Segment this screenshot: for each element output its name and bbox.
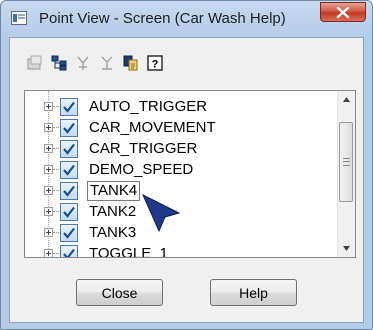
checkmark-icon [63,101,75,113]
scroll-up-arrow-icon [343,97,350,102]
tree-view-icon [51,55,67,71]
checkmark-icon [63,227,75,239]
expand-toggle-icon[interactable] [44,228,53,237]
point-checkbox[interactable] [60,98,78,116]
checkmark-icon [63,143,75,155]
expand-toggle-icon[interactable] [44,102,53,111]
point-view-window: Point View - Screen (Car Wash Help) ? AU… [0,0,373,330]
point-checkbox[interactable] [60,224,78,242]
close-button[interactable]: Close [76,279,163,306]
tree-item[interactable]: CAR_TRIGGER [25,139,337,160]
tree-item-label: CAR_TRIGGER [89,140,198,157]
checkmark-icon [63,185,75,197]
vertical-scrollbar[interactable] [337,91,355,257]
help-toolbar-button[interactable]: ? [144,52,166,74]
copy-icon [123,55,138,71]
tree-item-label: TANK4 [87,181,141,201]
tree-item-label: TANK3 [89,224,137,241]
scroll-down-button[interactable] [338,240,355,257]
point-checkbox[interactable] [60,245,78,257]
expand-all-icon [77,56,89,70]
tree-item[interactable]: TOGGLE_1 [25,244,337,258]
expand-all-button[interactable] [72,52,94,74]
point-checkbox[interactable] [60,140,78,158]
copy-button[interactable] [120,52,142,74]
checkmark-icon [63,206,75,218]
collapse-all-button[interactable] [96,52,118,74]
point-checkbox[interactable] [60,182,78,200]
checkmark-icon [63,164,75,176]
tree-view-button[interactable] [48,52,70,74]
scroll-up-button[interactable] [338,91,355,108]
window-close-button[interactable] [320,2,366,22]
points-tree[interactable]: AUTO_TRIGGER CAR_MOVEMENT CAR_TRIGGER DE… [24,90,356,258]
point-checkbox[interactable] [60,119,78,137]
mouse-cursor-icon [141,193,181,233]
expand-toggle-icon[interactable] [44,165,53,174]
expand-toggle-icon[interactable] [44,123,53,132]
point-checkbox[interactable] [60,203,78,221]
grip-icon [343,158,350,166]
scroll-thumb[interactable] [339,122,353,202]
expand-toggle-icon[interactable] [44,144,53,153]
checkmark-icon [63,122,75,134]
collapse-all-icon [101,56,113,70]
tree-item-label: TOGGLE_1 [89,245,168,258]
tree-item-label: TANK2 [89,203,137,220]
app-icon [11,11,27,25]
window-title: Point View - Screen (Car Wash Help) [39,10,286,27]
tree-item[interactable]: CAR_MOVEMENT [25,118,337,139]
help-button[interactable]: Help [210,279,297,306]
tree-item[interactable]: AUTO_TRIGGER [25,97,337,118]
expand-toggle-icon[interactable] [44,186,53,195]
tree-item[interactable]: DEMO_SPEED [25,160,337,181]
properties-icon [27,55,42,70]
scroll-down-arrow-icon [343,246,350,251]
properties-button[interactable] [24,52,46,74]
tree-item-label: DEMO_SPEED [89,161,194,178]
expand-toggle-icon[interactable] [44,249,53,257]
tree-item-label: CAR_MOVEMENT [89,119,216,136]
svg-text:?: ? [152,59,159,71]
help-icon: ? [147,55,163,71]
point-checkbox[interactable] [60,161,78,179]
tree-item-label: AUTO_TRIGGER [89,98,208,115]
dialog-body: ? AUTO_TRIGGER CAR_MOVEMENT CAR_TRIGGER … [9,37,364,323]
checkmark-icon [63,248,75,257]
title-bar[interactable]: Point View - Screen (Car Wash Help) [1,1,372,37]
close-icon [336,7,350,18]
expand-toggle-icon[interactable] [44,207,53,216]
